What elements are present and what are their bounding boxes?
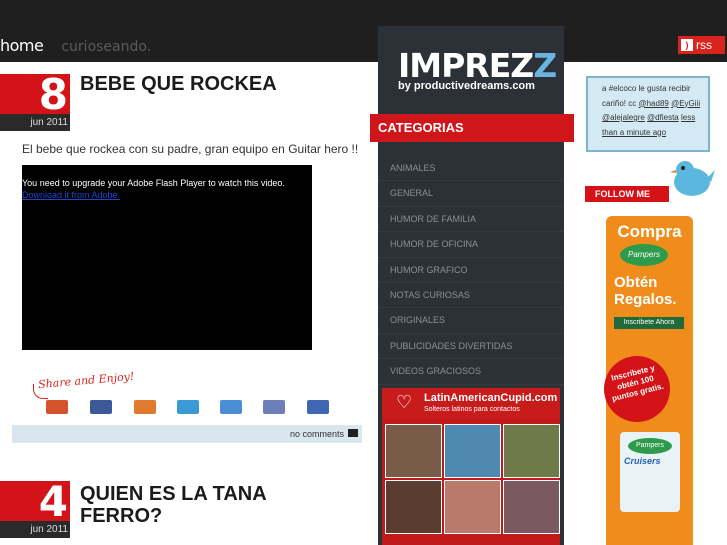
video-player[interactable]: You need to upgrade your Adobe Flash Pla… [22,165,312,350]
post-day: 8 [0,74,70,116]
twitter-bird-icon [670,161,715,196]
tweet-text: a #elcoco le gusta recibir cariño! cc @h… [602,84,701,137]
share-digg-icon[interactable] [46,400,68,414]
follow-me-button[interactable]: FOLLOW ME [585,186,669,202]
comments-bar: no comments [12,425,362,443]
rss-icon: ) [681,39,693,51]
ad-photo [503,424,560,478]
pampers-logo: Pampers [620,244,668,266]
post-date-badge: 8 jun 2011 [0,74,70,131]
categories-list: Animales General Humor de familia Humor de … [378,156,564,385]
category-link[interactable]: Humor de familia [378,207,564,233]
pampers-signup-button[interactable]: Inscribete Ahora [614,317,684,329]
pampers-offer: Obtén Regalos. [614,274,677,308]
comment-icon [348,429,358,437]
category-link[interactable]: Animales [378,156,564,182]
site-logo[interactable]: IMPREZZ by productivedreams.com [378,26,564,106]
category-link[interactable]: General [378,181,564,207]
category-link[interactable]: Notas curiosas [378,283,564,309]
pampers-product-image: Pampers Cruisers [620,432,680,512]
category-link[interactable]: Publicidades divertidas [378,334,564,360]
post-month-year: jun 2011 [0,521,70,538]
post-excerpt: El bebe que rockea con su padre, gran eq… [22,142,359,156]
tweet-mention[interactable]: @dfiesta [647,113,679,122]
heart-icon: ♡ [396,392,413,412]
category-link[interactable]: Humor grafico [378,258,564,283]
post-day: 4 [0,481,70,523]
flash-upgrade-message: You need to upgrade your Adobe Flash Pla… [22,178,285,188]
categories-heading: CATEGORIAS [370,114,574,142]
dating-ad-subtitle: Solteros latinos para contactos [424,406,520,413]
share-myspace-icon[interactable] [307,400,329,414]
ad-photo [503,480,560,534]
pampers-product-name: Cruisers [624,456,661,466]
ad-photo [444,480,501,534]
share-stumbleupon-icon[interactable] [134,400,156,414]
category-link[interactable]: Videos graciosos [378,359,564,385]
dating-ad-title: LatinAmericanCupid.com [424,392,558,404]
top-nav: home curioseando. [0,36,151,55]
nav-home-link[interactable]: home [0,36,44,55]
ad-photo [385,424,442,478]
twitter-widget: a #elcoco le gusta recibir cariño! cc @h… [586,76,710,152]
logo-text: IMPREZZ [398,46,557,85]
rss-link[interactable]: ) rss [678,36,725,54]
nav-site-name-link[interactable]: curioseando. [61,39,151,55]
ad-photo [385,480,442,534]
pampers-ad[interactable]: Compra Pampers Obtén Regalos. Inscribete… [596,216,693,545]
pampers-pack-logo: Pampers [628,438,672,454]
dating-ad-header: ♡ LatinAmericanCupid.com Solteros latino… [382,388,560,418]
pampers-badge: Inscríbete y obtén 100 puntos gratis. [596,348,678,430]
tweet-mention[interactable]: @alejalegre [602,113,645,122]
category-link[interactable]: Humor de oficina [378,232,564,258]
share-twitter-icon[interactable] [177,400,199,414]
pampers-headline: Compra [617,222,682,241]
post-title[interactable]: QUIEN ES LA TANA FERRO? [80,483,310,527]
share-delicious-icon[interactable] [220,400,242,414]
logo-byline: by productivedreams.com [398,80,535,92]
share-email-icon[interactable] [263,400,285,414]
post-title[interactable]: BEBE QUE ROCKEA [80,73,277,95]
post-month-year: jun 2011 [0,114,70,131]
dating-ad[interactable]: ♡ LatinAmericanCupid.com Solteros latino… [382,388,560,545]
comments-link[interactable]: no comments [290,429,344,439]
share-and-enjoy-label: Share and Enjoy! [37,369,135,392]
flash-download-link[interactable]: Download it from Adobe. [22,190,120,200]
share-facebook-icon[interactable] [90,400,112,414]
ad-photo [444,424,501,478]
rss-label: rss [696,38,712,52]
tweet-mention[interactable]: @had89 [638,99,668,108]
post-date-badge: 4 jun 2011 [0,481,70,538]
category-link[interactable]: Originales [378,308,564,334]
tweet-mention[interactable]: @EyGiii [671,99,700,108]
sidebar: IMPREZZ by productivedreams.com CATEGORI… [370,26,574,545]
